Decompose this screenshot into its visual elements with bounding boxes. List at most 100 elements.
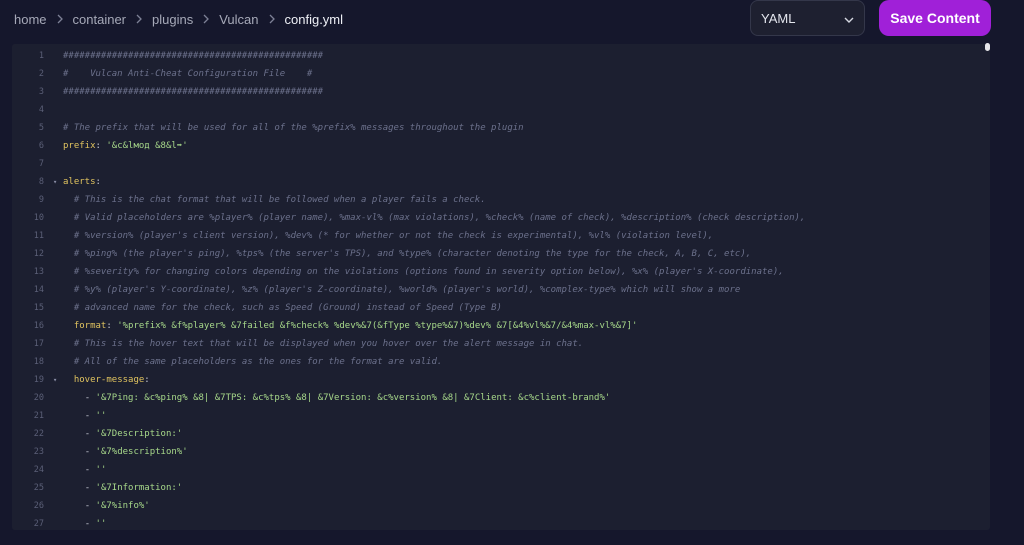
code-line: 13 # %severity% for changing colors depe… xyxy=(12,263,990,281)
code-token-comment: # %version% (player's client version), %… xyxy=(73,231,714,241)
code-token-punct: : xyxy=(95,141,107,151)
code-token-str: '' xyxy=(95,465,107,475)
code-lines: 1 #######################################… xyxy=(12,47,990,530)
line-number: 21 xyxy=(33,411,44,421)
chevron-right-icon xyxy=(268,10,276,28)
code-line: 1 #######################################… xyxy=(12,47,990,65)
code-line: 19 ▾ hover-message: xyxy=(12,371,990,389)
code-line: 16 format: '%prefix% &f%player% &7failed… xyxy=(12,317,990,335)
code-text: - '' xyxy=(63,515,107,530)
code-token-comment: # %y% (player's Y-coordinate), %z% (play… xyxy=(73,285,741,295)
code-line: 10 # Valid placeholders are %player% (pl… xyxy=(12,209,990,227)
line-number: 18 xyxy=(33,357,44,367)
code-token-comment: # Valid placeholders are %player% (playe… xyxy=(73,213,806,223)
line-number: 4 xyxy=(38,105,44,115)
code-line: 27 - '' xyxy=(12,515,990,530)
line-number: 2 xyxy=(38,69,44,79)
code-text: - '&7Description:' xyxy=(63,425,183,443)
code-text: # The prefix that will be used for all o… xyxy=(63,119,524,137)
code-token-punct: - xyxy=(84,447,96,457)
fold-toggle-icon[interactable]: ▾ xyxy=(53,173,57,191)
code-token-str: '%prefix% &f%player% &7failed &f%check% … xyxy=(117,321,638,331)
breadcrumb-container[interactable]: container xyxy=(73,12,126,27)
line-number: 5 xyxy=(38,123,44,133)
code-token-str: '' xyxy=(95,519,107,529)
code-text: - '' xyxy=(63,407,107,425)
line-number: 9 xyxy=(38,195,44,205)
code-token-punct: : xyxy=(106,321,118,331)
code-token-key: format xyxy=(73,321,107,331)
code-line: 24 - '' xyxy=(12,461,990,479)
line-number: 17 xyxy=(33,339,44,349)
code-token-key: prefix xyxy=(63,141,96,151)
line-number: 1 xyxy=(38,51,44,61)
code-text: format: '%prefix% &f%player% &7failed &f… xyxy=(63,317,638,335)
code-line: 22 - '&7Description:' xyxy=(12,425,990,443)
code-token-str: '&7%description%' xyxy=(95,447,188,457)
code-line: 21 - '' xyxy=(12,407,990,425)
code-token-comment: # %ping% (the player's ping), %tps% (the… xyxy=(73,249,752,259)
code-text: # Valid placeholders are %player% (playe… xyxy=(63,209,806,227)
code-token-str: '&7Information:' xyxy=(95,483,183,493)
code-line: 26 - '&7%info%' xyxy=(12,497,990,515)
chevron-right-icon xyxy=(135,10,143,28)
line-number: 13 xyxy=(33,267,44,277)
code-token-punct: - xyxy=(84,501,96,511)
code-text: hover-message: xyxy=(63,371,150,389)
language-select[interactable]: YAML xyxy=(750,0,865,36)
line-number: 7 xyxy=(38,159,44,169)
code-token-comment: # This is the hover text that will be di… xyxy=(73,339,584,349)
save-content-button[interactable]: Save Content xyxy=(879,0,991,36)
line-number: 11 xyxy=(33,231,44,241)
line-number: 16 xyxy=(33,321,44,331)
code-line: 14 # %y% (player's Y-coordinate), %z% (p… xyxy=(12,281,990,299)
line-number: 14 xyxy=(33,285,44,295)
line-number: 26 xyxy=(33,501,44,511)
code-line: 17 # This is the hover text that will be… xyxy=(12,335,990,353)
code-line: 18 # All of the same placeholders as the… xyxy=(12,353,990,371)
code-text: # %severity% for changing colors dependi… xyxy=(63,263,784,281)
code-text: # All of the same placeholders as the on… xyxy=(63,353,442,371)
code-token-punct: : xyxy=(95,177,101,187)
code-token-str: '&7%info%' xyxy=(95,501,150,511)
code-line: 11 # %version% (player's client version)… xyxy=(12,227,990,245)
code-text: ########################################… xyxy=(63,47,323,65)
code-token-punct: - xyxy=(84,393,96,403)
code-token-key: hover-message xyxy=(73,375,145,385)
code-text: - '' xyxy=(63,461,107,479)
code-token-comment: ########################################… xyxy=(63,51,324,61)
code-text: # Vulcan Anti-Cheat Configuration File # xyxy=(63,65,312,83)
line-number: 23 xyxy=(33,447,44,457)
code-text: # %ping% (the player's ping), %tps% (the… xyxy=(63,245,751,263)
line-number: 27 xyxy=(33,519,44,529)
code-line: 9 # This is the chat format that will be… xyxy=(12,191,990,209)
code-token-punct: - xyxy=(84,519,96,529)
chevron-right-icon xyxy=(56,10,64,28)
code-text: # This is the chat format that will be f… xyxy=(63,191,486,209)
code-line: 5 # The prefix that will be used for all … xyxy=(12,119,990,137)
breadcrumb-current-file: config.yml xyxy=(284,11,344,27)
code-token-punct: - xyxy=(84,483,96,493)
code-line: 3 #######################################… xyxy=(12,83,990,101)
code-token-punct: : xyxy=(144,375,150,385)
line-number: 12 xyxy=(33,249,44,259)
code-editor[interactable]: 1 #######################################… xyxy=(12,44,990,530)
code-token-comment: ########################################… xyxy=(63,87,324,97)
code-line: 23 - '&7%description%' xyxy=(12,443,990,461)
breadcrumb-plugins[interactable]: plugins xyxy=(152,12,193,27)
code-text: alerts: xyxy=(63,173,101,191)
code-line: 12 # %ping% (the player's ping), %tps% (… xyxy=(12,245,990,263)
code-text: ########################################… xyxy=(63,83,323,101)
code-line: 6 prefix: '&c&lмод &8&l➡' xyxy=(12,137,990,155)
code-token-comment: # The prefix that will be used for all o… xyxy=(63,123,524,133)
breadcrumb-home[interactable]: home xyxy=(14,12,47,27)
code-token-punct: - xyxy=(84,411,96,421)
breadcrumb-vulcan[interactable]: Vulcan xyxy=(219,12,258,27)
code-text: # advanced name for the check, such as S… xyxy=(63,299,502,317)
fold-toggle-icon[interactable]: ▾ xyxy=(53,371,57,389)
editor-scrollbar-thumb[interactable] xyxy=(985,43,990,51)
code-token-comment: # %severity% for changing colors dependi… xyxy=(73,267,784,277)
code-token-str: '&7Description:' xyxy=(95,429,183,439)
code-token-punct: - xyxy=(84,429,96,439)
line-number: 20 xyxy=(33,393,44,403)
